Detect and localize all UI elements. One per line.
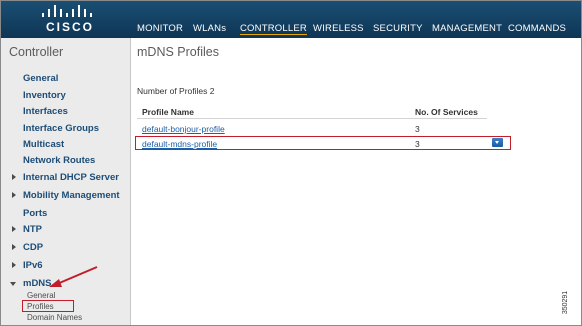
profile-count: Number of Profiles 2 [137,86,215,96]
nav-monitor[interactable]: MONITOR [137,23,183,34]
column-header-profile-name: Profile Name [142,107,194,117]
cisco-bars-icon [42,5,92,17]
expand-arrow-icon[interactable] [12,174,16,180]
app-window: CISCO MONITOR WLANs CONTROLLER WIRELESS … [0,0,582,326]
expand-arrow-icon[interactable] [12,244,16,250]
sidebar-item-inventory[interactable]: Inventory [23,90,66,101]
services-count-bonjour: 3 [415,124,420,134]
figure-code: 350291 [562,289,578,321]
profile-link-bonjour[interactable]: default-bonjour-profile [142,124,225,134]
sidebar-item-interface-groups[interactable]: Interface Groups [23,123,99,134]
sidebar-item-internal-dhcp-server[interactable]: Internal DHCP Server [23,172,119,183]
sidebar-item-ipv6[interactable]: IPv6 [23,260,43,271]
main-nav: MONITOR WLANs CONTROLLER WIRELESS SECURI… [1,23,581,37]
table-header-divider [137,118,487,119]
expand-arrow-icon[interactable] [12,262,16,268]
sidebar-title: Controller [9,45,64,59]
column-header-services: No. Of Services [415,107,478,117]
sidebar-item-general[interactable]: General [23,73,58,84]
top-header: CISCO MONITOR WLANs CONTROLLER WIRELESS … [1,1,581,38]
sidebar-item-multicast[interactable]: Multicast [23,139,64,150]
nav-controller[interactable]: CONTROLLER [240,23,307,35]
profile-count-label: Number of Profiles [137,86,208,96]
sidebar-subitem-mdns-general[interactable]: General [27,291,55,300]
expand-arrow-icon[interactable] [12,226,16,232]
figure-code-text: 350291 [562,290,570,315]
profile-count-value: 2 [209,86,215,96]
sidebar-subitem-domain-names[interactable]: Domain Names [27,313,82,322]
sidebar-item-interfaces[interactable]: Interfaces [23,106,68,117]
expand-arrow-icon[interactable] [12,192,16,198]
profile-link-mdns[interactable]: default-mdns-profile [142,139,217,149]
sidebar-item-ports[interactable]: Ports [23,208,47,219]
nav-wlans[interactable]: WLANs [193,23,226,34]
sidebar-item-mobility-management[interactable]: Mobility Management [23,190,120,201]
nav-security[interactable]: SECURITY [373,23,423,34]
nav-management[interactable]: MANAGEMENT [432,23,502,34]
main-content: mDNS Profiles Number of Profiles 2 Profi… [131,38,581,325]
sidebar-item-cdp[interactable]: CDP [23,242,43,253]
sidebar-item-network-routes[interactable]: Network Routes [23,155,95,166]
page-title: mDNS Profiles [137,45,219,59]
nav-commands[interactable]: COMMANDS [508,23,566,34]
collapse-arrow-icon[interactable] [10,282,16,286]
services-count-mdns: 3 [415,139,420,149]
profiles-highlight-box [22,300,74,312]
sidebar: Controller General Inventory Interfaces … [1,38,131,325]
pointer-arrow-icon [49,266,98,287]
nav-wireless[interactable]: WIRELESS [313,23,364,34]
row-actions-dropdown-button[interactable] [492,138,503,147]
sidebar-item-ntp[interactable]: NTP [23,224,42,235]
